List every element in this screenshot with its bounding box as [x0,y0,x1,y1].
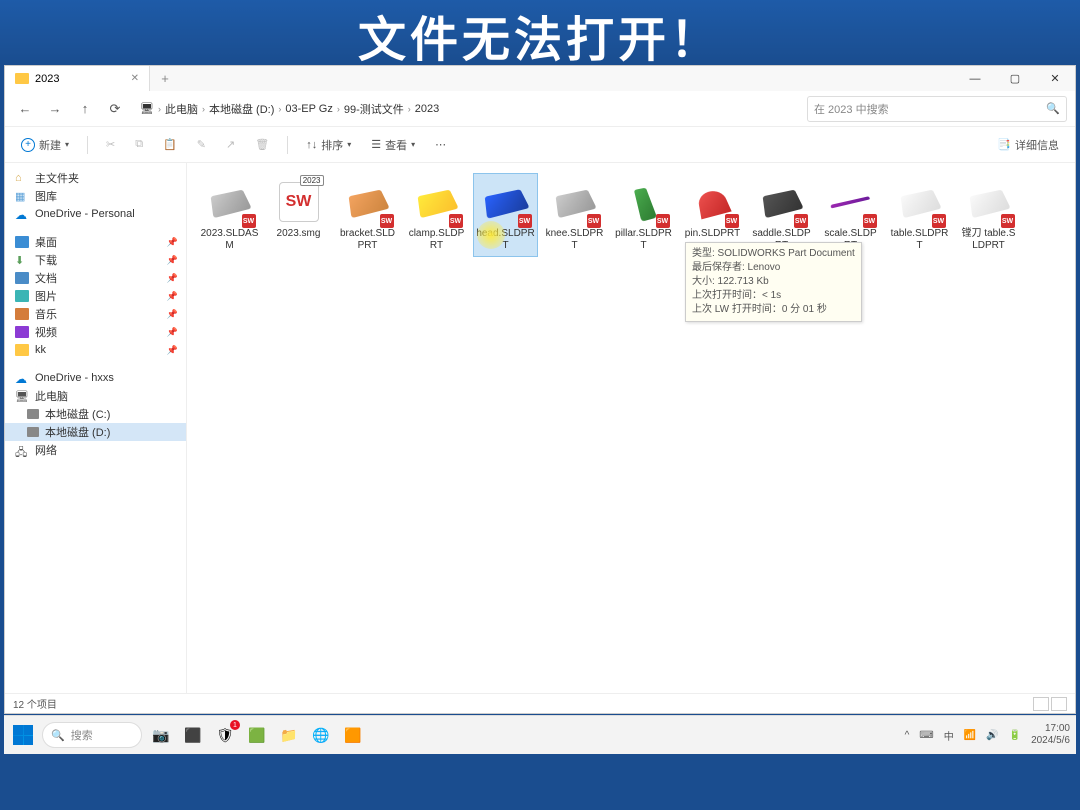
sidebar: ⌂主文件夹 ▦图库 ☁OneDrive - Personal 桌面📌 ⬇下载📌 … [5,163,187,693]
system-tray: ^ ⌨ 中 📶 🔊 🔋 17:002024/5/6 [905,723,1070,747]
pin-icon: 📌 [167,309,178,320]
file-item[interactable]: SWpillar.SLDPRT [611,173,676,257]
sidebar-onedrive-personal[interactable]: ☁OneDrive - Personal [5,205,186,223]
window-tab[interactable]: 2023 ✕ [5,66,150,91]
up-button[interactable]: ↑ [73,97,97,121]
crumb[interactable]: 此电脑 [165,101,198,117]
file-item-selected[interactable]: SWhead.SLDPRT [473,173,538,257]
sort-button[interactable]: ↑↓ 排序 ▾ [300,133,357,157]
sidebar-pictures[interactable]: 图片📌 [5,287,186,305]
paste-button[interactable]: 📋 [157,134,183,155]
nav-bar: ← → ↑ ⟳ 🖥› 此电脑› 本地磁盘 (D:)› 03-EP Gz› 99-… [5,91,1075,127]
pin-icon: 📌 [167,345,178,356]
desktop-banner: 文件无法打开！ [0,0,1080,65]
share-button[interactable]: ↗ [220,134,241,155]
sidebar-onedrive-hxxs[interactable]: ☁OneDrive - hxxs [5,369,186,387]
clock[interactable]: 17:002024/5/6 [1031,723,1070,747]
close-tab-icon[interactable]: ✕ [131,73,139,84]
ime-indicator[interactable]: 中 [944,728,954,743]
view-icons-icon[interactable] [1051,697,1067,711]
sidebar-desktop[interactable]: 桌面📌 [5,233,186,251]
taskbar-explorer[interactable]: 📁 [276,722,302,748]
search-input[interactable]: 在 2023 中搜索 🔍 [807,96,1067,122]
crumb[interactable]: 2023 [415,103,439,115]
rename-button[interactable]: ✎ [191,134,212,155]
sidebar-videos[interactable]: 视频📌 [5,323,186,341]
file-item[interactable]: SWclamp.SLDPRT [404,173,469,257]
tray-chevron-icon[interactable]: ^ [905,730,910,741]
maximize-button[interactable]: ▢ [995,66,1035,91]
pin-icon: 📌 [167,255,178,266]
taskbar-app[interactable]: 🟧 [340,722,366,748]
sidebar-thispc[interactable]: 🖥此电脑 [5,387,186,405]
file-tooltip: 类型: SOLIDWORKS Part Document 最后保存者: Leno… [685,242,862,322]
back-button[interactable]: ← [13,97,37,121]
close-window-button[interactable]: ✕ [1035,66,1075,91]
sidebar-disk-d[interactable]: 本地磁盘 (D:) [5,423,186,441]
sidebar-documents[interactable]: 文档📌 [5,269,186,287]
file-content-area[interactable]: SW2023.SLDASM SW20232023.smg SWbracket.S… [187,163,1075,693]
file-grid: SW2023.SLDASM SW20232023.smg SWbracket.S… [197,173,1065,257]
view-button[interactable]: ☰ 查看 ▾ [365,133,421,157]
pin-icon: 📌 [167,273,178,284]
wifi-icon[interactable]: 📶 [964,730,976,741]
sidebar-disk-c[interactable]: 本地磁盘 (C:) [5,405,186,423]
file-item[interactable]: SW镗刀 table.SLDPRT [956,173,1021,257]
details-pane-button[interactable]: 📑 详细信息 [991,133,1065,157]
taskbar-search[interactable]: 🔍 搜索 [42,722,142,748]
window-controls: — ▢ ✕ [955,66,1075,91]
crumb[interactable]: 本地磁盘 (D:) [209,101,274,117]
titlebar: 2023 ✕ + — ▢ ✕ [5,66,1075,91]
taskbar-app[interactable]: 📷 [148,722,174,748]
cut-button[interactable]: ✂ [100,134,121,155]
file-item[interactable]: SW20232023.smg [266,173,331,257]
tray-icon[interactable]: ⌨ [919,730,933,741]
new-tab-button[interactable]: + [150,71,180,86]
forward-button[interactable]: → [43,97,67,121]
start-button[interactable] [10,722,36,748]
file-item[interactable]: SW2023.SLDASM [197,173,262,257]
pin-icon: 📌 [167,327,178,338]
pc-icon: 🖥 [140,102,154,115]
refresh-button[interactable]: ⟳ [103,97,127,121]
tab-title: 2023 [35,73,59,85]
folder-icon [15,73,29,84]
delete-button[interactable]: 🗑 [249,134,275,155]
crumb[interactable]: 99-测试文件 [344,101,404,117]
sidebar-network[interactable]: 🖧网络 [5,441,186,459]
minimize-button[interactable]: — [955,66,995,91]
toolbar: +新建▾ ✂ ⧉ 📋 ✎ ↗ 🗑 ↑↓ 排序 ▾ ☰ 查看 ▾ ⋯ 📑 详细信息 [5,127,1075,163]
sidebar-music[interactable]: 音乐📌 [5,305,186,323]
view-details-icon[interactable] [1033,697,1049,711]
sidebar-gallery[interactable]: ▦图库 [5,187,186,205]
copy-button[interactable]: ⧉ [129,134,149,155]
crumb[interactable]: 03-EP Gz [285,103,333,115]
sidebar-downloads[interactable]: ⬇下载📌 [5,251,186,269]
volume-icon[interactable]: 🔊 [986,730,998,741]
sidebar-home[interactable]: ⌂主文件夹 [5,169,186,187]
status-bar: 12 个项目 [5,693,1075,713]
taskbar-app[interactable]: 🛡1 [212,722,238,748]
new-button[interactable]: +新建▾ [15,133,75,157]
file-item[interactable]: SWbracket.SLDPRT [335,173,400,257]
taskbar-edge[interactable]: 🌐 [308,722,334,748]
pin-icon: 📌 [167,291,178,302]
file-explorer-window: 2023 ✕ + — ▢ ✕ ← → ↑ ⟳ 🖥› 此电脑› 本地磁盘 (D:)… [4,65,1076,714]
search-icon: 🔍 [1046,102,1060,115]
more-button[interactable]: ⋯ [429,134,452,155]
taskbar-app[interactable]: ⬛ [180,722,206,748]
taskbar-app[interactable]: 🟩 [244,722,270,748]
file-item[interactable]: SWknee.SLDPRT [542,173,607,257]
taskbar: 🔍 搜索 📷 ⬛ 🛡1 🟩 📁 🌐 🟧 ^ ⌨ 中 📶 🔊 🔋 17:00202… [4,715,1076,754]
sidebar-kk[interactable]: kk📌 [5,341,186,359]
file-item[interactable]: SWtable.SLDPRT [887,173,952,257]
battery-icon[interactable]: 🔋 [1009,730,1021,741]
search-placeholder: 在 2023 中搜索 [814,101,889,117]
breadcrumb[interactable]: 🖥› 此电脑› 本地磁盘 (D:)› 03-EP Gz› 99-测试文件› 20… [133,96,801,122]
pin-icon: 📌 [167,237,178,248]
item-count: 12 个项目 [13,696,57,711]
